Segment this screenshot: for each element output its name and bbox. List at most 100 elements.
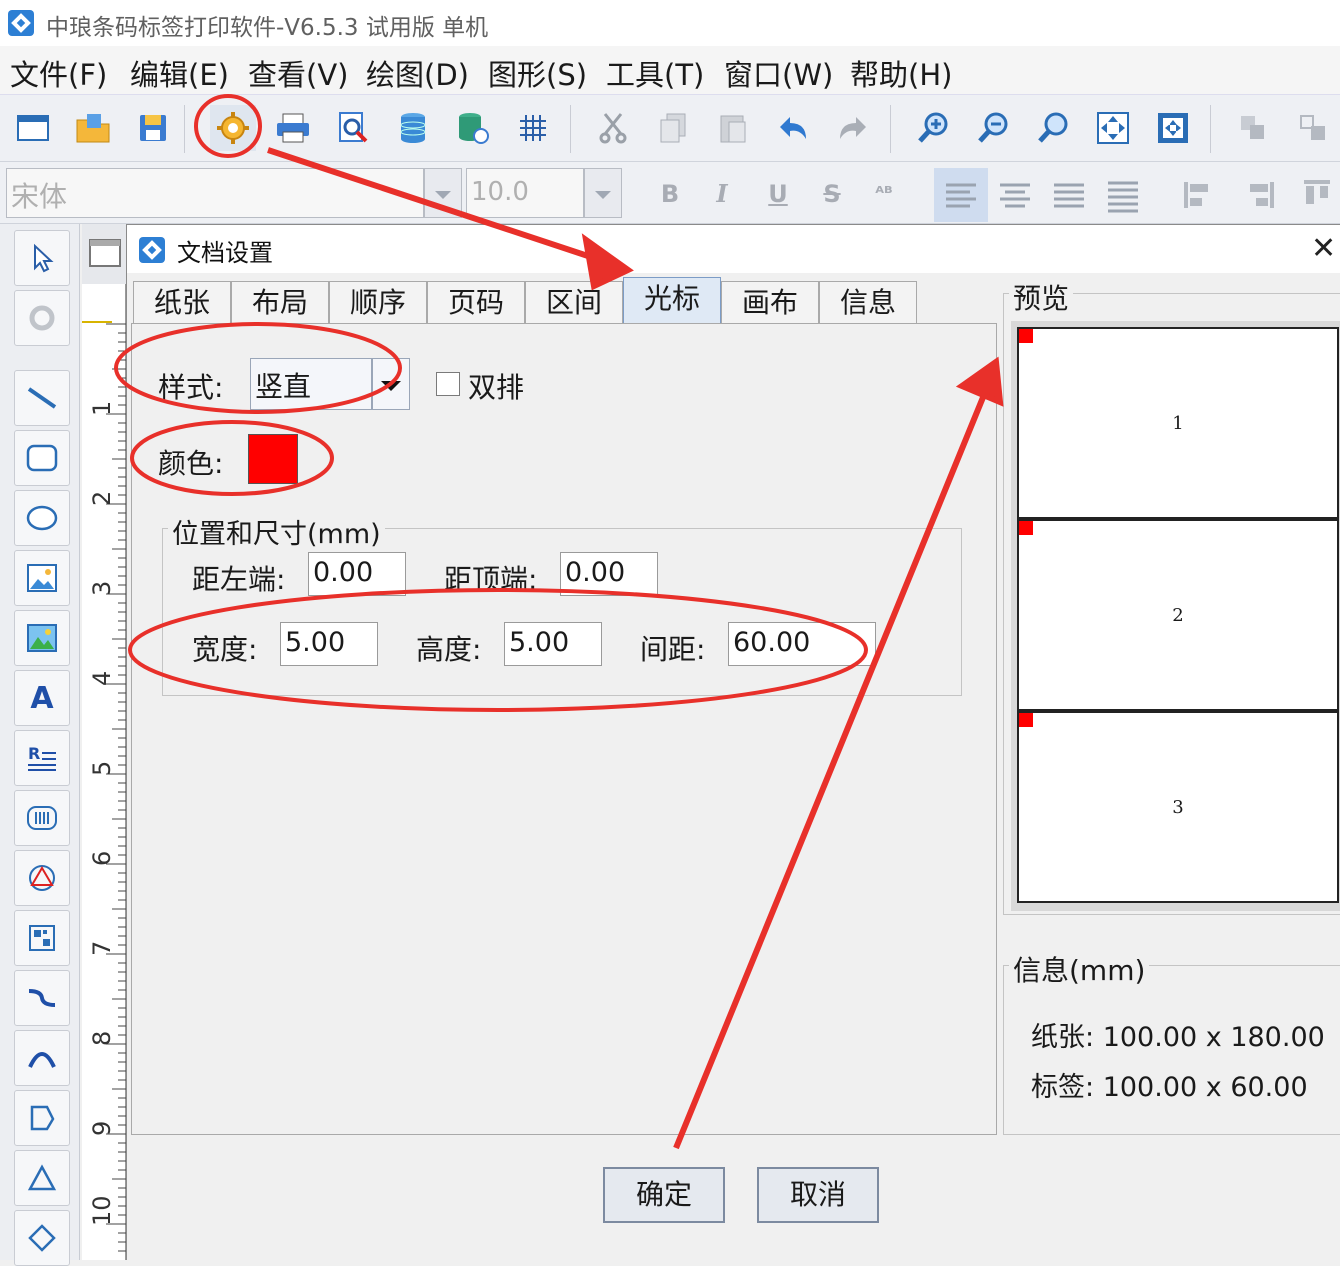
chevron-down-icon[interactable]: [424, 168, 462, 218]
polygon-tool-icon[interactable]: [14, 1090, 70, 1146]
top-offset-label: 距顶端:: [444, 563, 538, 596]
left-offset-input[interactable]: 0.00: [308, 552, 406, 596]
print-preview-icon[interactable]: [330, 105, 376, 151]
rotate-icon[interactable]: [14, 290, 70, 346]
align-left-button[interactable]: [934, 168, 988, 222]
ok-button[interactable]: 确定: [603, 1167, 725, 1223]
tab-cursor[interactable]: 光标: [623, 277, 721, 325]
group-icon[interactable]: [1230, 105, 1276, 151]
copy-icon[interactable]: [650, 105, 696, 151]
menu-view[interactable]: 查看(V): [248, 52, 348, 94]
undo-icon[interactable]: [770, 105, 816, 151]
underline-button[interactable]: U: [756, 172, 800, 216]
double-row-label: 双排: [468, 371, 525, 404]
chevron-down-icon[interactable]: [372, 358, 410, 410]
tab-paper[interactable]: 纸张: [133, 281, 231, 325]
menu-shape[interactable]: 图形(S): [488, 52, 587, 94]
align-center-button[interactable]: [990, 168, 1040, 222]
align-objects-right-icon[interactable]: [1236, 172, 1282, 218]
tab-info[interactable]: 信息: [819, 281, 917, 325]
cancel-button[interactable]: 取消: [757, 1167, 879, 1223]
text-tool-icon[interactable]: A: [14, 670, 70, 726]
chevron-down-icon[interactable]: [584, 168, 622, 218]
ruler-number: 8: [88, 1030, 116, 1046]
tab-range[interactable]: 区间: [525, 281, 623, 325]
ungroup-icon[interactable]: [1290, 105, 1336, 151]
top-offset-input[interactable]: 0.00: [560, 552, 658, 596]
style-select[interactable]: 竖直: [250, 358, 372, 410]
label-size-value: 100.00 x 60.00: [1102, 1072, 1308, 1103]
zoom-out-icon[interactable]: [970, 105, 1016, 151]
cut-icon[interactable]: [590, 105, 636, 151]
triangle-tool-icon[interactable]: [14, 1150, 70, 1206]
menu-tools[interactable]: 工具(T): [606, 52, 704, 94]
preview-label-number: 3: [1172, 797, 1184, 818]
close-icon[interactable]: ✕: [1311, 231, 1336, 266]
menu-edit[interactable]: 编辑(E): [130, 52, 229, 94]
preview-legend: 预览: [1009, 277, 1074, 317]
tab-page-number[interactable]: 页码: [427, 281, 525, 325]
paste-icon[interactable]: [710, 105, 756, 151]
qrcode-tool-icon[interactable]: [14, 910, 70, 966]
rich-text-tool-icon[interactable]: R: [14, 730, 70, 786]
barcode-tool-icon[interactable]: [14, 790, 70, 846]
font-name-select[interactable]: 宋体: [6, 168, 424, 218]
zoom-icon[interactable]: [1030, 105, 1076, 151]
ruler-number: 6: [88, 850, 116, 866]
zoom-in-icon[interactable]: [910, 105, 956, 151]
redo-icon[interactable]: [830, 105, 876, 151]
open-folder-icon[interactable]: [70, 105, 116, 151]
menu-help[interactable]: 帮助(H): [850, 52, 952, 94]
diamond-tool-icon[interactable]: [14, 1210, 70, 1266]
drawing-toolbox: A R: [0, 224, 80, 1266]
text-effect-button[interactable]: ᴬᴮ: [862, 172, 906, 216]
tab-layout[interactable]: 布局: [231, 281, 329, 325]
menu-file[interactable]: 文件(F): [10, 52, 107, 94]
fit-window-icon[interactable]: [1090, 105, 1136, 151]
new-window-icon[interactable]: [10, 105, 56, 151]
database-icon[interactable]: [390, 105, 436, 151]
align-right-button[interactable]: [1044, 168, 1094, 222]
shape-tool-icon[interactable]: [14, 850, 70, 906]
ruler-number: 5: [88, 760, 116, 776]
spacing-input[interactable]: 60.00: [728, 622, 876, 666]
svg-text:R: R: [28, 744, 40, 763]
font-size-select[interactable]: 10.0: [466, 168, 584, 218]
info-legend: 信息(mm): [1009, 949, 1150, 989]
tab-order[interactable]: 顺序: [329, 281, 427, 325]
database-settings-icon[interactable]: [450, 105, 496, 151]
strikethrough-button[interactable]: S: [810, 172, 854, 216]
picture-tool-icon[interactable]: [14, 610, 70, 666]
paper-size-label: 纸张:: [1031, 1022, 1095, 1053]
height-input[interactable]: 5.00: [504, 622, 602, 666]
ruler-number: 10: [88, 1195, 116, 1226]
ruler-number: 1: [88, 400, 116, 416]
image-tool-icon[interactable]: [14, 550, 70, 606]
tab-canvas[interactable]: 画布: [721, 281, 819, 325]
fit-page-icon[interactable]: [1150, 105, 1196, 151]
ruler-number: 2: [88, 490, 116, 506]
line-tool-icon[interactable]: [14, 370, 70, 426]
italic-button[interactable]: I: [700, 172, 744, 216]
align-objects-top-icon[interactable]: [1294, 172, 1340, 218]
select-arrow-icon[interactable]: [14, 230, 70, 286]
left-offset-label: 距左端:: [192, 563, 286, 596]
rectangle-tool-icon[interactable]: [14, 430, 70, 486]
curve-tool-icon[interactable]: [14, 970, 70, 1026]
align-justify-button[interactable]: [1098, 168, 1148, 222]
bold-button[interactable]: B: [648, 172, 692, 216]
document-settings-gear-icon[interactable]: [210, 105, 256, 151]
double-row-checkbox[interactable]: [436, 372, 460, 396]
label-size-row: 标签: 100.00 x 60.00: [1031, 1065, 1308, 1104]
color-picker-swatch[interactable]: [248, 434, 298, 484]
arc-tool-icon[interactable]: [14, 1030, 70, 1086]
format-toolbar: 宋体 10.0 B I U S ᴬᴮ: [0, 162, 1340, 224]
print-icon[interactable]: [270, 105, 316, 151]
save-icon[interactable]: [130, 105, 176, 151]
menu-window[interactable]: 窗口(W): [724, 52, 833, 94]
width-input[interactable]: 5.00: [280, 622, 378, 666]
align-objects-left-icon[interactable]: [1176, 172, 1222, 218]
menu-draw[interactable]: 绘图(D): [366, 52, 469, 94]
ellipse-tool-icon[interactable]: [14, 490, 70, 546]
grid-icon[interactable]: [510, 105, 556, 151]
